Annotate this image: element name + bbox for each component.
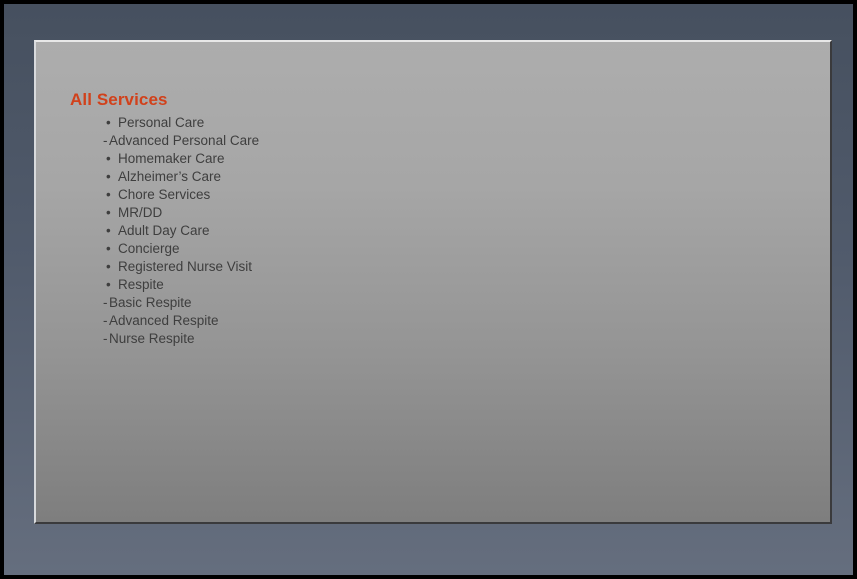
list-item: • Alzheimer’s Care [70, 168, 830, 186]
dash-icon: - [103, 133, 108, 148]
list-item-label: Chore Services [118, 187, 211, 202]
list-item: - Nurse Respite [70, 330, 830, 348]
list-item-label: Adult Day Care [118, 223, 210, 238]
list-item-label: Concierge [118, 241, 180, 256]
bullet-icon: • [106, 259, 111, 274]
list-item: • Respite [70, 276, 830, 294]
slide-frame: All Services • Personal Care - Advanced Per… [0, 0, 857, 579]
bullet-icon: • [106, 223, 111, 238]
list-item: • Homemaker Care [70, 150, 830, 168]
bullet-icon: • [106, 151, 111, 166]
list-item-label: Homemaker Care [118, 151, 225, 166]
list-item-label: Personal Care [118, 115, 205, 130]
bullet-icon: • [106, 277, 111, 292]
list-item-label: Registered Nurse Visit [118, 259, 253, 274]
list-item-label: Advanced Personal Care [109, 133, 260, 148]
bullet-icon: • [106, 187, 111, 202]
dash-icon: - [103, 331, 108, 346]
list-item-label: Nurse Respite [109, 331, 195, 346]
list-item-label: Alzheimer’s Care [118, 169, 222, 184]
dash-icon: - [103, 313, 108, 328]
list-item-label: Basic Respite [109, 295, 192, 310]
list-item: • Concierge [70, 240, 830, 258]
slide-body: All Services • Personal Care - Advanced Per… [36, 42, 830, 522]
dash-icon: - [103, 295, 108, 310]
list-item: • MR/DD [70, 204, 830, 222]
list-item: • Registered Nurse Visit [70, 258, 830, 276]
list-item-label: Advanced Respite [109, 313, 219, 328]
list-item: - Advanced Respite [70, 312, 830, 330]
slide-content-panel: All Services • Personal Care - Advanced Per… [34, 40, 832, 524]
bullet-icon: • [106, 169, 111, 184]
bullet-icon: • [106, 241, 111, 256]
list-item-label: MR/DD [118, 205, 163, 220]
bullet-icon: • [106, 115, 111, 130]
list-item: - Advanced Personal Care [70, 132, 830, 150]
list-item: - Basic Respite [70, 294, 830, 312]
list-item: • Chore Services [70, 186, 830, 204]
bullet-icon: • [106, 205, 111, 220]
page-title: All Services [70, 90, 168, 109]
services-list: • Personal Care - Advanced Personal Care • Ho… [70, 114, 830, 348]
list-item: • Personal Care [70, 114, 830, 132]
list-item-label: Respite [118, 277, 164, 292]
list-item: • Adult Day Care [70, 222, 830, 240]
